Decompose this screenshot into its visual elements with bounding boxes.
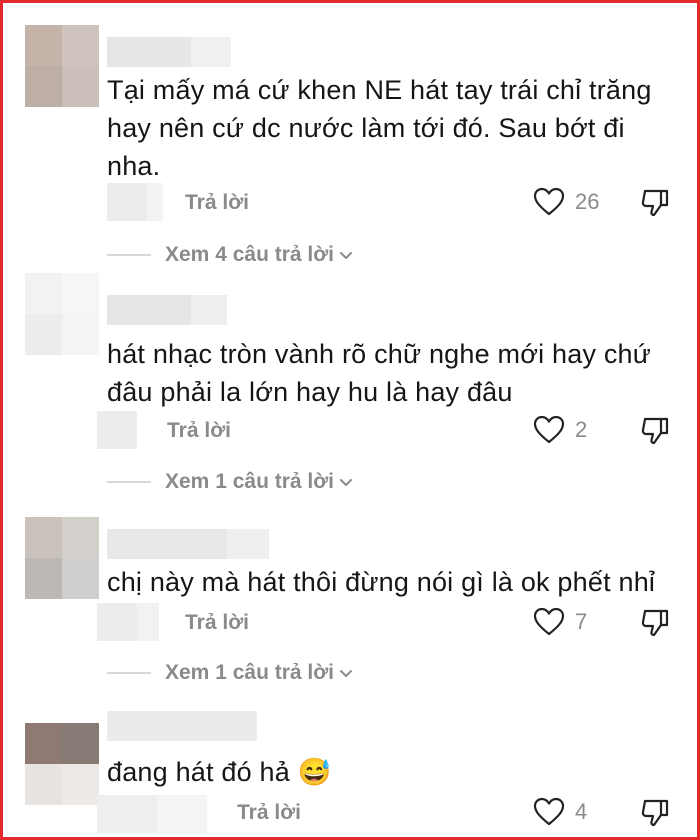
comments-panel: Tại mấy má cứ khen NE hát tay trái chỉ t… bbox=[0, 0, 700, 840]
reply-button[interactable]: Trả lời bbox=[185, 611, 249, 635]
view-replies-button[interactable]: Xem 4 câu trả lời bbox=[107, 243, 354, 267]
divider-line bbox=[107, 481, 151, 483]
view-replies-button[interactable]: Xem 1 câu trả lời bbox=[107, 470, 354, 494]
chevron-down-icon bbox=[340, 479, 353, 486]
heart-outline-icon bbox=[533, 415, 565, 444]
timestamp-blurred bbox=[97, 795, 207, 833]
thumbs-down-outline-icon[interactable] bbox=[639, 607, 671, 639]
heart-outline-icon bbox=[533, 187, 565, 216]
reply-button[interactable]: Trả lời bbox=[167, 419, 231, 443]
like-count: 26 bbox=[575, 189, 600, 214]
chevron-down-icon bbox=[340, 670, 353, 677]
username-blurred[interactable] bbox=[107, 529, 269, 559]
comment-text: hát nhạc tròn vành rõ chữ nghe mới hay c… bbox=[107, 339, 652, 407]
reply-button[interactable]: Trả lời bbox=[237, 801, 301, 825]
like-count: 7 bbox=[575, 609, 588, 634]
comment-text: Tại mấy má cứ khen NE hát tay trái chỉ t… bbox=[107, 75, 652, 181]
username-blurred[interactable] bbox=[107, 711, 257, 741]
comment-text: đang hát đó hả 😅 bbox=[107, 757, 332, 787]
thumbs-down-outline-icon[interactable] bbox=[639, 187, 671, 219]
chevron-down-icon bbox=[340, 252, 353, 259]
avatar[interactable] bbox=[25, 723, 99, 805]
like-button[interactable]: 7 bbox=[533, 607, 587, 637]
like-count: 4 bbox=[575, 799, 588, 824]
username-blurred[interactable] bbox=[107, 295, 227, 325]
timestamp-blurred bbox=[97, 603, 159, 641]
view-replies-button[interactable]: Xem 1 câu trả lời bbox=[107, 661, 354, 685]
avatar[interactable] bbox=[25, 517, 99, 599]
timestamp-blurred bbox=[107, 183, 163, 221]
comment-text: chị này mà hát thôi đừng nói gì là ok ph… bbox=[107, 567, 656, 597]
heart-outline-icon bbox=[533, 607, 565, 636]
avatar[interactable] bbox=[25, 273, 99, 355]
divider-line bbox=[107, 672, 151, 674]
view-replies-label: Xem 1 câu trả lời bbox=[165, 470, 335, 493]
timestamp-blurred bbox=[97, 411, 137, 449]
view-replies-label: Xem 4 câu trả lời bbox=[165, 243, 335, 266]
reply-button[interactable]: Trả lời bbox=[185, 191, 249, 215]
avatar[interactable] bbox=[25, 25, 99, 107]
divider-line bbox=[107, 254, 151, 256]
like-button[interactable]: 2 bbox=[533, 415, 587, 445]
thumbs-down-outline-icon[interactable] bbox=[639, 797, 671, 829]
view-replies-label: Xem 1 câu trả lời bbox=[165, 661, 335, 684]
thumbs-down-outline-icon[interactable] bbox=[639, 415, 671, 447]
username-blurred[interactable] bbox=[107, 37, 231, 67]
like-button[interactable]: 26 bbox=[533, 187, 599, 217]
heart-outline-icon bbox=[533, 797, 565, 826]
like-button[interactable]: 4 bbox=[533, 797, 587, 827]
like-count: 2 bbox=[575, 417, 588, 442]
